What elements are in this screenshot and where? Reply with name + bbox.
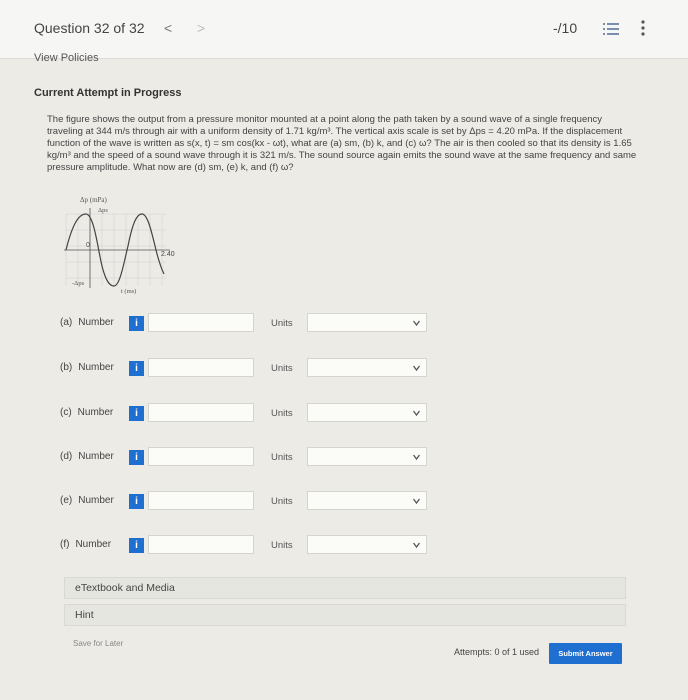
units-select[interactable] xyxy=(307,313,427,332)
problem-text: The figure shows the output from a press… xyxy=(47,114,637,173)
figure-origin-label: 0 xyxy=(86,242,90,249)
list-icon[interactable] xyxy=(603,22,619,36)
number-input[interactable] xyxy=(148,491,254,510)
answer-part-label: (a) Number xyxy=(60,317,114,328)
chevron-down-icon xyxy=(413,410,420,417)
answer-part: (f) xyxy=(60,539,70,550)
answer-number-word: Number xyxy=(78,495,114,506)
answer-row: (e) Number i Units xyxy=(0,490,688,516)
answer-part-label: (f) Number xyxy=(60,539,111,550)
answer-part-label: (c) Number xyxy=(60,407,113,418)
attempt-title: Current Attempt in Progress xyxy=(34,87,182,99)
pressure-wave-figure: Δp (mPa) Δps 0 2.40 -Δps t (ms) xyxy=(64,196,175,295)
info-button[interactable]: i xyxy=(129,538,144,553)
units-label: Units xyxy=(271,496,293,507)
answer-part: (d) xyxy=(60,451,73,462)
figure-top-label: Δps xyxy=(98,207,108,214)
etextbook-media-label: eTextbook and Media xyxy=(75,582,175,594)
number-input[interactable] xyxy=(148,403,254,422)
number-input[interactable] xyxy=(148,358,254,377)
score-display: -/10 xyxy=(553,20,578,36)
next-question-button[interactable]: > xyxy=(197,20,205,36)
answer-part: (b) xyxy=(60,362,73,373)
number-input[interactable] xyxy=(148,535,254,554)
hint-bar[interactable]: Hint xyxy=(64,604,626,626)
units-select[interactable] xyxy=(307,403,427,422)
attempts-count: Attempts: 0 of 1 used xyxy=(454,647,540,657)
number-input[interactable] xyxy=(148,447,254,466)
figure-x-tick: 2.40 xyxy=(161,251,175,258)
kebab-menu-icon[interactable] xyxy=(640,20,646,36)
info-button[interactable]: i xyxy=(129,406,144,421)
number-input[interactable] xyxy=(148,313,254,332)
units-label: Units xyxy=(271,318,293,329)
units-label: Units xyxy=(271,408,293,419)
units-select[interactable] xyxy=(307,491,427,510)
answer-part: (e) xyxy=(60,495,73,506)
info-button[interactable]: i xyxy=(129,361,144,376)
units-label: Units xyxy=(271,363,293,374)
answer-row: (c) Number i Units xyxy=(0,402,688,428)
answer-number-word: Number xyxy=(78,451,114,462)
figure-y-label: Δp (mPa) xyxy=(80,196,108,204)
chevron-down-icon xyxy=(413,454,420,461)
answer-row: (f) Number i Units xyxy=(0,534,688,560)
previous-question-button[interactable]: < xyxy=(164,20,172,36)
units-label: Units xyxy=(271,452,293,463)
chevron-down-icon xyxy=(413,365,420,372)
answer-part: (a) xyxy=(60,317,73,328)
answer-part-label: (e) Number xyxy=(60,495,114,506)
units-select[interactable] xyxy=(307,535,427,554)
units-select[interactable] xyxy=(307,447,427,466)
etextbook-media-bar[interactable]: eTextbook and Media xyxy=(64,577,626,599)
save-for-later-button[interactable]: Save for Later xyxy=(73,639,123,648)
answer-number-word: Number xyxy=(78,317,114,328)
chevron-down-icon xyxy=(413,320,420,327)
chevron-down-icon xyxy=(413,498,420,505)
hint-label: Hint xyxy=(75,609,94,621)
info-button[interactable]: i xyxy=(129,494,144,509)
answer-part: (c) xyxy=(60,407,72,418)
answer-row: (d) Number i Units xyxy=(0,446,688,472)
answer-row: (a) Number i Units xyxy=(0,312,688,338)
chevron-down-icon xyxy=(413,542,420,549)
info-button[interactable]: i xyxy=(129,316,144,331)
answer-number-word: Number xyxy=(77,407,114,418)
units-label: Units xyxy=(271,540,293,551)
answer-part-label: (b) Number xyxy=(60,362,114,373)
view-policies-link[interactable]: View Policies xyxy=(34,52,99,64)
figure-x-label: t (ms) xyxy=(121,288,136,295)
top-bar: Question 32 of 32 < > -/10 xyxy=(0,0,688,59)
submit-answer-button[interactable]: Submit Answer xyxy=(549,643,622,664)
units-select[interactable] xyxy=(307,358,427,377)
figure-bottom-label: -Δps xyxy=(72,280,85,287)
answer-number-word: Number xyxy=(75,539,112,550)
answer-part-label: (d) Number xyxy=(60,451,114,462)
question-label: Question 32 of 32 xyxy=(34,20,145,36)
answer-row: (b) Number i Units xyxy=(0,357,688,383)
answer-number-word: Number xyxy=(78,362,114,373)
problem-statement: The figure shows the output from a press… xyxy=(47,114,637,174)
info-button[interactable]: i xyxy=(129,450,144,465)
